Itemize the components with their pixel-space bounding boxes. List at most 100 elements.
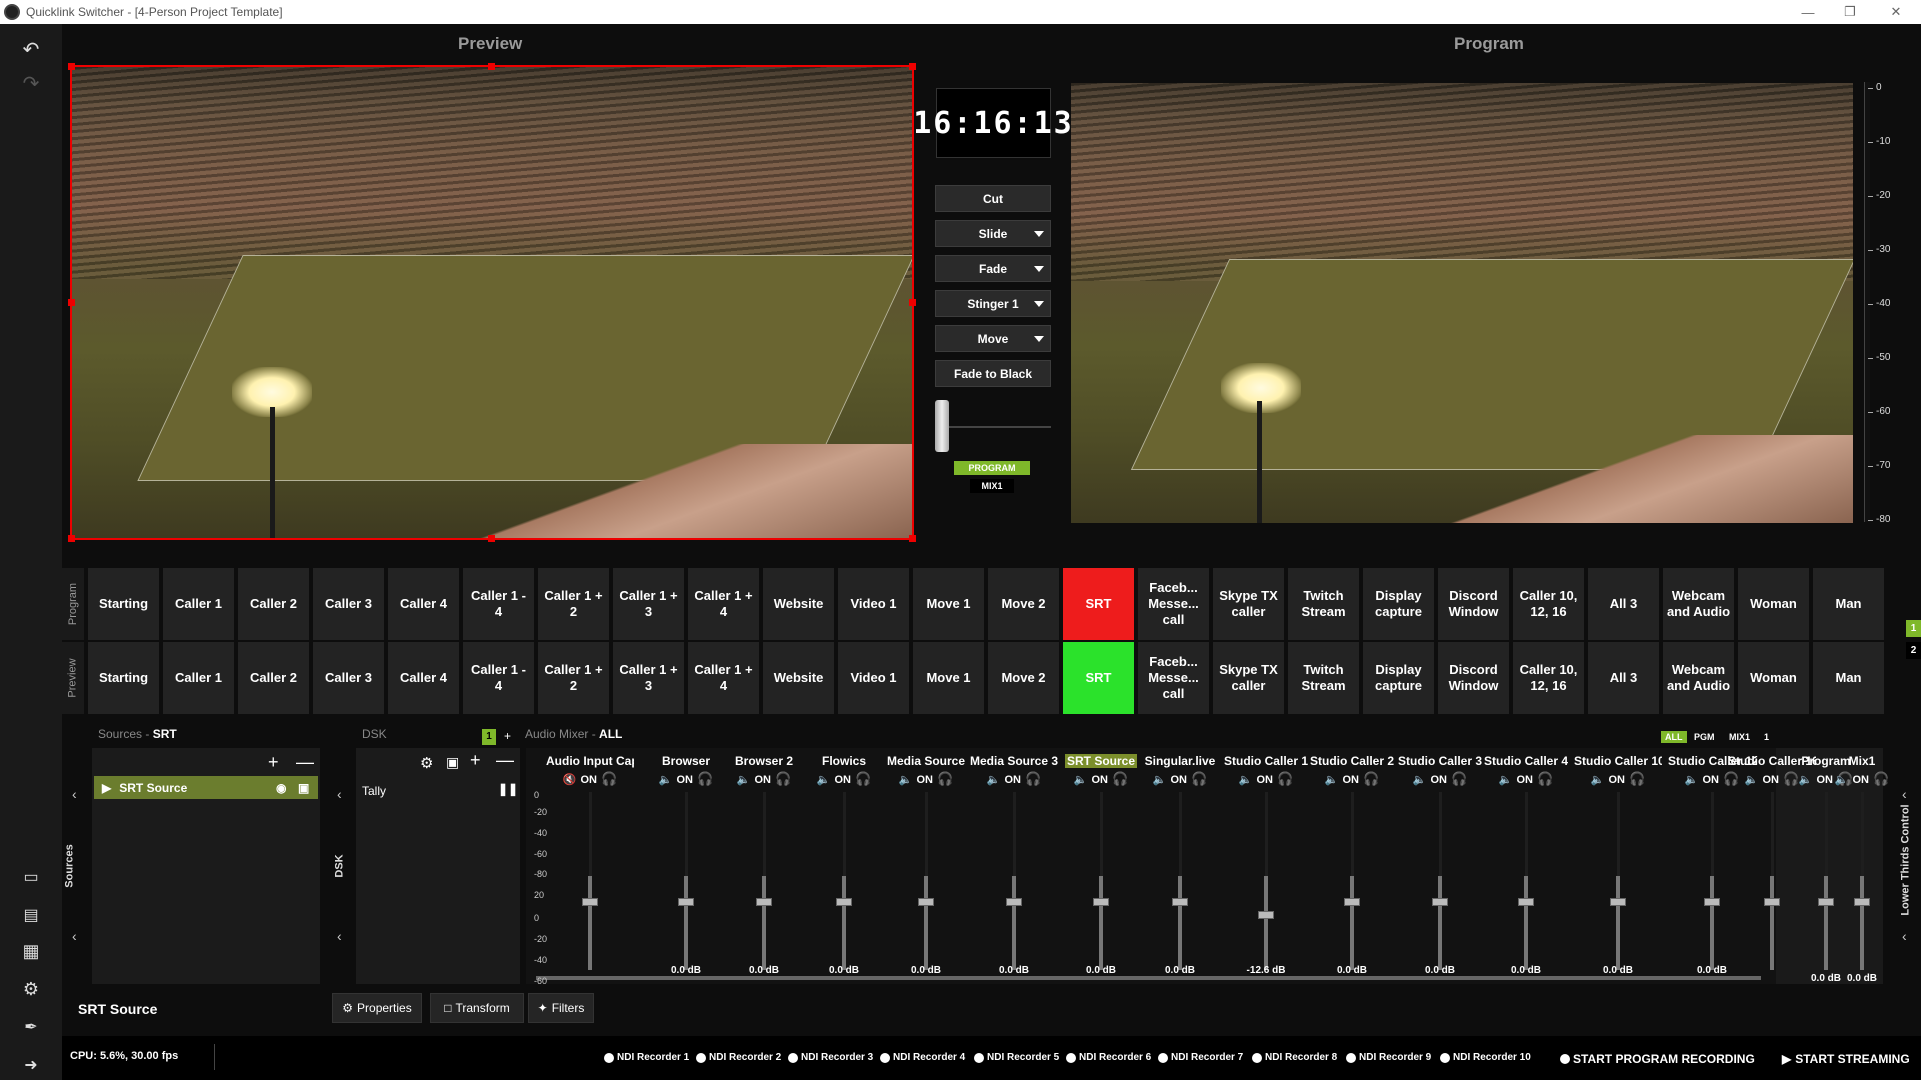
program-bus-button[interactable]: Caller 1 + 2 xyxy=(538,568,609,640)
dropdown-caret-icon[interactable] xyxy=(1034,266,1044,272)
program-bus-button[interactable]: Move 1 xyxy=(913,568,984,640)
speaker-icon[interactable]: 🔈 xyxy=(737,774,751,786)
resize-handle[interactable] xyxy=(488,535,495,542)
transition-cut-button[interactable]: Cut xyxy=(935,185,1051,212)
on-toggle[interactable]: ON xyxy=(1171,774,1188,786)
preview-bus-button[interactable]: Caller 1 + 4 xyxy=(688,642,759,714)
collapse-left-icon[interactable]: ‹ xyxy=(72,786,77,802)
program-bus-button[interactable]: Discord Window xyxy=(1438,568,1509,640)
minimize-icon[interactable]: — xyxy=(1788,0,1828,24)
program-bus-button[interactable]: Twitch Stream xyxy=(1288,568,1359,640)
speaker-icon[interactable]: 🔈 xyxy=(1685,774,1699,786)
fader-knob[interactable] xyxy=(1258,910,1274,919)
program-bus-button[interactable]: Faceb... Messe... call xyxy=(1138,568,1209,640)
preview-bus-button[interactable]: Caller 1 + 2 xyxy=(538,642,609,714)
preview-bus-button[interactable]: Caller 2 xyxy=(238,642,309,714)
transition-stinger-1-button[interactable]: Stinger 1 xyxy=(935,290,1051,317)
preview-bus-button[interactable]: Caller 3 xyxy=(313,642,384,714)
dsk-remove-item-icon[interactable]: — xyxy=(496,750,514,771)
preview-bus-button[interactable]: Caller 4 xyxy=(388,642,459,714)
ndi-recorder-toggle[interactable]: NDI Recorder 9 xyxy=(1346,1052,1431,1063)
fader-knob[interactable] xyxy=(1518,898,1534,906)
headphones-icon[interactable]: 🎧 xyxy=(855,771,871,786)
headphones-icon[interactable]: 🎧 xyxy=(1629,771,1645,786)
pause-icon[interactable]: ❚❚ xyxy=(498,782,518,796)
dsk-add-item-icon[interactable]: + xyxy=(470,750,481,771)
preview-bus-button[interactable]: Move 1 xyxy=(913,642,984,714)
speaker-icon[interactable]: 🔈 xyxy=(987,774,1001,786)
program-bus-button[interactable]: Display capture xyxy=(1363,568,1434,640)
dropdown-caret-icon[interactable] xyxy=(1034,231,1044,237)
preview-bus-button[interactable]: Website xyxy=(763,642,834,714)
expand-icon[interactable]: ‹ xyxy=(1902,786,1907,802)
on-toggle[interactable]: ON xyxy=(1703,774,1720,786)
on-toggle[interactable]: ON xyxy=(1763,774,1780,786)
speaker-icon[interactable]: 🔈 xyxy=(1153,774,1167,786)
program-bus-button[interactable]: SRT xyxy=(1063,568,1134,640)
ndi-recorder-toggle[interactable]: NDI Recorder 1 xyxy=(604,1052,689,1063)
program-bus-button[interactable]: Caller 3 xyxy=(313,568,384,640)
speaker-icon[interactable]: 🔈 xyxy=(1239,774,1253,786)
fader-knob[interactable] xyxy=(1006,898,1022,906)
fader-knob[interactable] xyxy=(836,898,852,906)
transition-slide-button[interactable]: Slide xyxy=(935,220,1051,247)
speaker-icon[interactable]: 🔈 xyxy=(1074,774,1088,786)
resize-handle[interactable] xyxy=(909,63,916,70)
muted-speaker-icon[interactable]: 🔇 xyxy=(563,774,577,786)
headphones-icon[interactable]: 🎧 xyxy=(1873,771,1889,786)
dsk-lock-icon[interactable]: ▣ xyxy=(446,754,459,771)
resize-handle[interactable] xyxy=(68,535,75,542)
on-toggle[interactable]: ON xyxy=(677,774,694,786)
fader-knob[interactable] xyxy=(1093,898,1109,906)
dropdown-caret-icon[interactable] xyxy=(1034,336,1044,342)
close-icon[interactable]: ✕ xyxy=(1876,0,1916,24)
mixer-scrollbar[interactable] xyxy=(536,976,1761,980)
add-source-icon[interactable]: + xyxy=(268,752,279,773)
settings-gear-icon[interactable]: ⚙ xyxy=(18,976,44,1002)
program-bus-button[interactable]: Video 1 xyxy=(838,568,909,640)
preview-bus-button[interactable]: Starting xyxy=(88,642,159,714)
redo-icon[interactable]: ↷ xyxy=(18,70,44,96)
on-toggle[interactable]: ON xyxy=(835,774,852,786)
fader-knob[interactable] xyxy=(1344,898,1360,906)
remove-source-icon[interactable]: — xyxy=(296,752,314,773)
fader-knob[interactable] xyxy=(678,898,694,906)
ndi-recorder-toggle[interactable]: NDI Recorder 6 xyxy=(1066,1052,1151,1063)
lock-icon[interactable]: ▣ xyxy=(298,781,309,795)
exit-icon[interactable]: ➜ xyxy=(18,1052,44,1078)
dropdown-caret-icon[interactable] xyxy=(1034,301,1044,307)
source-item[interactable]: ▶ SRT Source ◉ ▣ xyxy=(94,776,318,799)
filters-button[interactable]: ✦ Filters xyxy=(528,993,594,1023)
properties-button[interactable]: ⚙ Properties xyxy=(332,993,422,1023)
resize-handle[interactable] xyxy=(909,299,916,306)
preview-bus-button[interactable]: Twitch Stream xyxy=(1288,642,1359,714)
headphones-icon[interactable]: 🎧 xyxy=(775,771,791,786)
headphones-icon[interactable]: 🎧 xyxy=(601,771,617,786)
preview-bus-button[interactable]: Discord Window xyxy=(1438,642,1509,714)
headphones-icon[interactable]: 🎧 xyxy=(1451,771,1467,786)
headphones-icon[interactable]: 🎧 xyxy=(1363,771,1379,786)
collapse-left-icon[interactable]: ‹ xyxy=(337,928,342,944)
audio-filter-pgm[interactable]: PGM xyxy=(1690,731,1719,743)
tools-icon[interactable]: ✒ xyxy=(18,1014,44,1040)
speaker-icon[interactable]: 🔈 xyxy=(1799,774,1813,786)
on-toggle[interactable]: ON xyxy=(755,774,772,786)
headphones-icon[interactable]: 🎧 xyxy=(1025,771,1041,786)
program-bus-button[interactable]: Caller 1 + 3 xyxy=(613,568,684,640)
preview-bus-button[interactable]: Move 2 xyxy=(988,642,1059,714)
preview-bus-button[interactable]: Display capture xyxy=(1363,642,1434,714)
preview-bus-button[interactable]: Caller 1 xyxy=(163,642,234,714)
headphones-icon[interactable]: 🎧 xyxy=(1191,771,1207,786)
undo-icon[interactable]: ↶ xyxy=(18,36,44,62)
dsk-settings-icon[interactable]: ⚙ xyxy=(420,754,433,772)
on-toggle[interactable]: ON xyxy=(1609,774,1626,786)
on-toggle[interactable]: ON xyxy=(1343,774,1360,786)
program-bus-button[interactable]: All 3 xyxy=(1588,568,1659,640)
ndi-recorder-toggle[interactable]: NDI Recorder 8 xyxy=(1252,1052,1337,1063)
on-toggle[interactable]: ON xyxy=(1431,774,1448,786)
visibility-eye-icon[interactable]: ◉ xyxy=(276,781,286,795)
program-bus-button[interactable]: Caller 1 + 4 xyxy=(688,568,759,640)
fader-knob[interactable] xyxy=(756,898,772,906)
fader-knob[interactable] xyxy=(1704,898,1720,906)
preview-bus-button[interactable]: Skype TX caller xyxy=(1213,642,1284,714)
